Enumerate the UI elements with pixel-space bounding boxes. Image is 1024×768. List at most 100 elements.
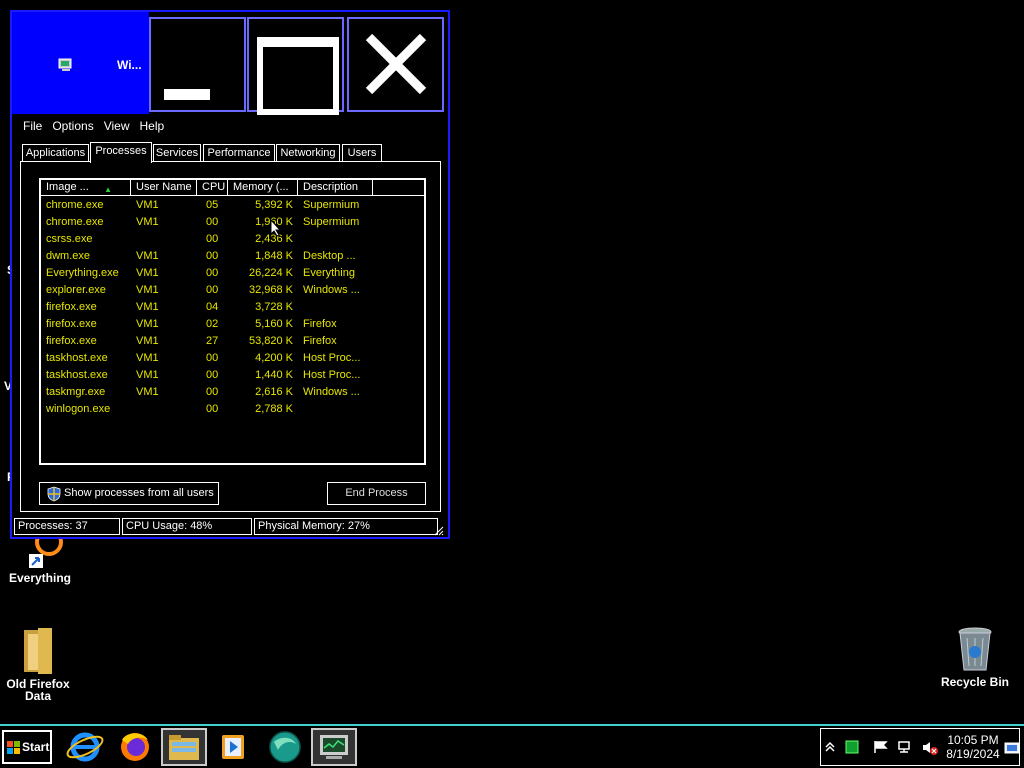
desktop-icon-everything[interactable]: Everything xyxy=(2,528,78,584)
tab-networking[interactable]: Networking xyxy=(276,144,340,162)
process-memory: 2,436 K xyxy=(255,233,293,245)
action-center-flag-icon[interactable] xyxy=(873,740,889,754)
process-cpu: 02 xyxy=(206,318,219,330)
uac-shield-icon xyxy=(47,486,61,502)
process-user-name: VM1 xyxy=(136,386,159,398)
column-header-label: Image ... xyxy=(46,181,89,193)
process-cpu: 00 xyxy=(206,267,219,279)
process-row[interactable]: winlogon.exe 00 2,788 K xyxy=(41,401,424,418)
show-all-processes-label: Show processes from all users xyxy=(64,487,214,499)
menu-help[interactable]: Help xyxy=(135,118,170,134)
process-memory: 2,788 K xyxy=(255,403,293,415)
process-row[interactable]: taskmgr.exe VM1 00 2,616 K Windows ... xyxy=(41,384,424,401)
process-cpu: 05 xyxy=(206,199,219,211)
process-memory: 1,440 K xyxy=(255,369,293,381)
process-row[interactable]: dwm.exe VM1 00 1,848 K Desktop ... xyxy=(41,248,424,265)
close-icon xyxy=(365,33,427,95)
close-button[interactable] xyxy=(347,17,444,112)
process-list[interactable]: Image ... ▲ User Name CPU Memory (... De… xyxy=(39,178,426,465)
network-icon[interactable] xyxy=(897,740,913,754)
taskbar-browser-globe[interactable] xyxy=(262,728,308,766)
process-user-name: VM1 xyxy=(136,318,159,330)
firefox-icon xyxy=(121,733,149,761)
processes-panel: Image ... ▲ User Name CPU Memory (... De… xyxy=(20,161,441,512)
column-header-user[interactable]: User Name xyxy=(131,180,197,195)
process-memory: 1,848 K xyxy=(255,250,293,262)
process-image-name: csrss.exe xyxy=(46,233,93,245)
start-label: Start xyxy=(22,740,50,754)
volume-muted-icon[interactable] xyxy=(921,740,939,756)
process-user-name: VM1 xyxy=(136,352,159,364)
windows-logo-icon xyxy=(7,741,20,754)
process-row[interactable]: chrome.exe VM1 05 5,392 K Supermium xyxy=(41,197,424,214)
taskbar: Start 10:05 PM 8/19/2024 xyxy=(0,724,1024,768)
process-memory: 3,728 K xyxy=(255,301,293,313)
desktop-icon-label: Recycle Bin xyxy=(940,675,1010,689)
process-description: Windows ... xyxy=(303,284,360,296)
end-process-button[interactable]: End Process xyxy=(327,482,426,505)
process-user-name: VM1 xyxy=(136,369,159,381)
process-row[interactable]: explorer.exe VM1 00 32,968 K Windows ... xyxy=(41,282,424,299)
process-image-name: firefox.exe xyxy=(46,335,97,347)
process-description: Host Proc... xyxy=(303,369,361,381)
process-image-name: taskmgr.exe xyxy=(46,386,106,398)
desktop-icon-old-firefox-data[interactable]: Old Firefox Data xyxy=(0,626,76,702)
process-image-name: chrome.exe xyxy=(46,199,104,211)
tab-services[interactable]: Services xyxy=(153,144,201,162)
column-header-memory[interactable]: Memory (... xyxy=(228,180,298,195)
taskbar-file-explorer[interactable] xyxy=(161,728,207,766)
taskbar-media-player[interactable] xyxy=(210,728,256,766)
tab-applications[interactable]: Applications xyxy=(22,144,89,162)
process-memory: 4,200 K xyxy=(255,352,293,364)
column-header-description[interactable]: Description xyxy=(298,180,373,195)
minimize-button[interactable] xyxy=(149,17,246,112)
tab-processes[interactable]: Processes xyxy=(90,142,152,163)
desktop-icon-label: Old Firefox Data xyxy=(6,677,70,703)
process-rows: chrome.exe VM1 05 5,392 K Supermium chrome.ex… xyxy=(41,197,424,418)
sort-ascending-icon: ▲ xyxy=(104,185,112,194)
process-memory: 26,224 K xyxy=(248,267,293,279)
process-row[interactable]: chrome.exe VM1 00 1,960 K Supermium xyxy=(41,214,424,231)
process-cpu: 00 xyxy=(206,284,219,296)
process-row[interactable]: Everything.exe VM1 00 26,224 K Everything xyxy=(41,265,424,282)
tab-users[interactable]: Users xyxy=(342,144,382,162)
menu-view[interactable]: View xyxy=(99,118,135,134)
maximize-button[interactable] xyxy=(247,17,344,115)
menu-file[interactable]: File xyxy=(18,118,47,134)
process-description: Firefox xyxy=(303,318,337,330)
show-hidden-icons-chevron-icon[interactable] xyxy=(825,741,835,753)
green-status-icon[interactable] xyxy=(845,740,859,754)
process-row[interactable]: taskhost.exe VM1 00 4,200 K Host Proc... xyxy=(41,350,424,367)
clock-time: 10:05 PM xyxy=(947,733,999,747)
process-cpu: 00 xyxy=(206,233,219,245)
menu-options[interactable]: Options xyxy=(47,118,98,134)
process-image-name: explorer.exe xyxy=(46,284,106,296)
clock[interactable]: 10:05 PM 8/19/2024 xyxy=(943,733,1003,761)
title-bar-caption[interactable]: Wi... xyxy=(12,12,149,114)
title-bar[interactable]: Wi... xyxy=(12,12,448,115)
taskbar-task-manager[interactable] xyxy=(311,728,357,766)
resize-grip-icon[interactable] xyxy=(432,524,444,536)
process-row[interactable]: taskhost.exe VM1 00 1,440 K Host Proc... xyxy=(41,367,424,384)
process-user-name: VM1 xyxy=(136,199,159,211)
taskbar-internet-explorer[interactable] xyxy=(62,728,108,766)
process-image-name: taskhost.exe xyxy=(46,369,108,381)
show-desktop-icon[interactable] xyxy=(1004,742,1020,754)
process-list-header: Image ... ▲ User Name CPU Memory (... De… xyxy=(41,180,424,196)
window-title: Wi... xyxy=(117,58,142,72)
column-header-cpu[interactable]: CPU xyxy=(197,180,228,195)
start-button[interactable]: Start xyxy=(2,730,52,764)
tab-performance[interactable]: Performance xyxy=(203,144,275,162)
column-header-image[interactable]: Image ... ▲ xyxy=(41,180,131,195)
mouse-cursor-icon xyxy=(270,219,282,237)
process-row[interactable]: firefox.exe VM1 04 3,728 K xyxy=(41,299,424,316)
process-user-name: VM1 xyxy=(136,250,159,262)
process-cpu: 00 xyxy=(206,386,219,398)
desktop-icon-recycle-bin[interactable]: Recycle Bin xyxy=(937,626,1013,688)
process-row[interactable]: firefox.exe VM1 27 53,820 K Firefox xyxy=(41,333,424,350)
process-row[interactable]: csrss.exe 00 2,436 K xyxy=(41,231,424,248)
process-description: Host Proc... xyxy=(303,352,361,364)
process-row[interactable]: firefox.exe VM1 02 5,160 K Firefox xyxy=(41,316,424,333)
show-all-processes-button[interactable]: Show processes from all users xyxy=(39,482,219,505)
taskbar-firefox[interactable] xyxy=(112,728,158,766)
